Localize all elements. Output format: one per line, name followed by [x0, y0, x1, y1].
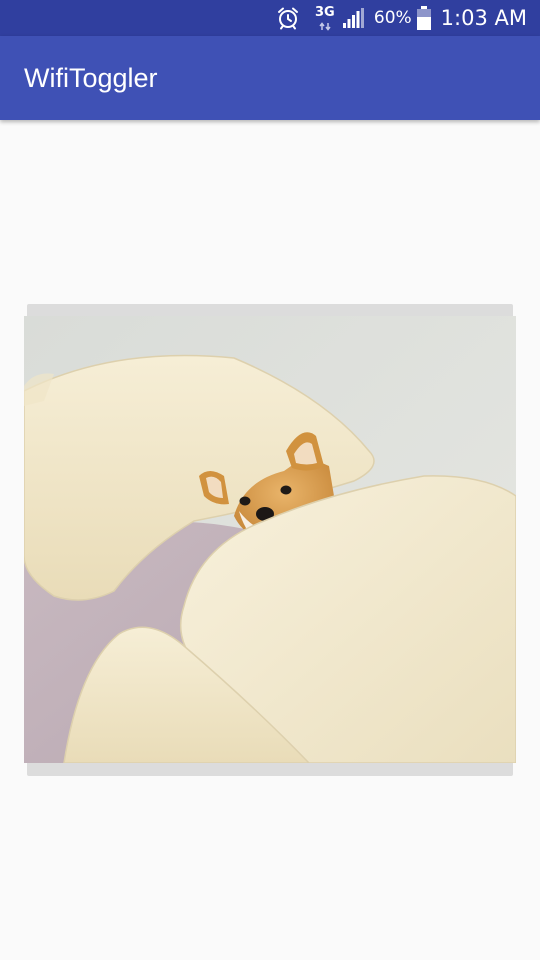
- network-type: 3G: [314, 3, 336, 33]
- battery-icon: [416, 6, 431, 30]
- wifi-toggle-image[interactable]: [24, 316, 516, 763]
- data-arrows-icon: [319, 22, 331, 31]
- clock: 1:03 AM: [440, 6, 527, 30]
- app-bar: WifiToggler: [0, 36, 540, 120]
- status-icons: 3G 60% 1:03 AM: [276, 0, 527, 36]
- status-bar: 3G 60% 1:03 AM: [0, 0, 540, 36]
- network-type-label: 3G: [315, 5, 335, 20]
- alarm-icon: [277, 7, 298, 30]
- dog-photo: [24, 316, 516, 763]
- app-title: WifiToggler: [24, 63, 158, 93]
- battery-percent: 60%: [373, 8, 412, 28]
- signal-icon: [342, 8, 364, 28]
- main-content: [0, 120, 540, 960]
- dog-right-eye: [280, 485, 292, 495]
- dog-left-eye: [239, 496, 251, 506]
